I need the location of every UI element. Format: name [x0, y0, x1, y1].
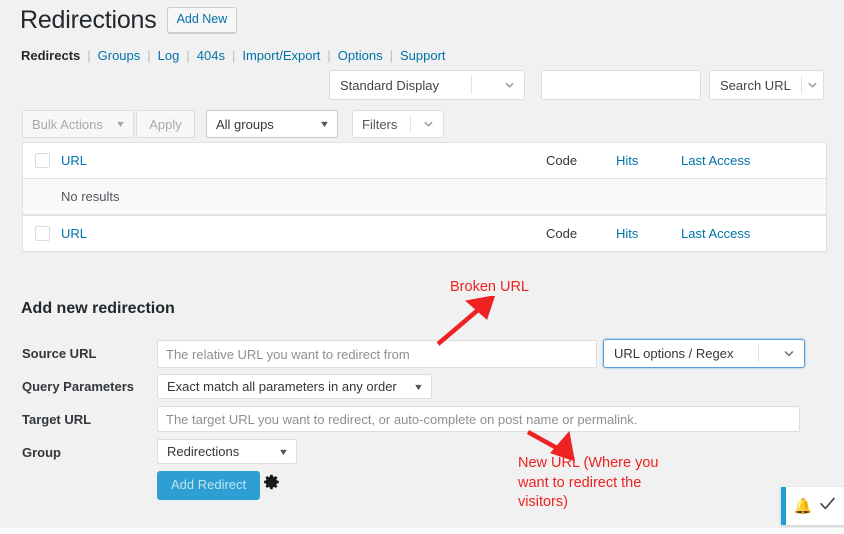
apply-button[interactable]: Apply [136, 110, 195, 138]
page-title: Redirections [20, 6, 157, 34]
chevron-down-icon [494, 79, 524, 92]
no-results-message: No results [61, 189, 120, 204]
chevron-down-icon [802, 79, 823, 92]
column-footer-last-access[interactable]: Last Access [681, 226, 826, 241]
add-redirect-button[interactable]: Add Redirect [157, 471, 261, 500]
notice-widget[interactable]: 🔔 [781, 487, 844, 525]
filters-button[interactable]: Filters [352, 110, 444, 138]
target-url-input[interactable] [157, 406, 800, 432]
source-url-input[interactable] [157, 340, 597, 368]
column-header-code: Code [546, 153, 578, 168]
table-footer-row: URL Code Hits Last Access [23, 215, 826, 251]
caret-down-icon: ▼ [412, 381, 425, 392]
add-new-button[interactable]: Add New [166, 7, 238, 34]
caret-down-icon: ▼ [318, 119, 331, 129]
subnav-separator: | [231, 48, 236, 63]
caret-down-icon: ▼ [114, 119, 127, 129]
search-input[interactable] [541, 70, 701, 100]
subnav-item-options[interactable]: Options [338, 48, 383, 63]
caret-down-icon: ▼ [277, 446, 290, 457]
subnav-separator: | [389, 48, 393, 63]
table-header-row: URL Code Hits Last Access [23, 143, 826, 179]
subnav-item-redirects[interactable]: Redirects [21, 48, 80, 63]
select-divider [758, 345, 760, 362]
chevron-down-icon [415, 118, 443, 131]
display-mode-select[interactable]: Standard Display [329, 70, 525, 100]
label-target-url: Target URL [22, 412, 92, 427]
subnav-separator: | [186, 48, 190, 63]
subnav-item-support[interactable]: Support [400, 48, 446, 63]
bulk-actions-select[interactable]: Bulk Actions ▼ [22, 110, 134, 138]
search-scope-select[interactable]: Search URL [709, 70, 824, 100]
url-options-value: URL options / Regex [614, 346, 734, 361]
query-parameters-value: Exact match all parameters in any order [167, 379, 397, 394]
subnav-item-404s[interactable]: 404s [197, 48, 225, 63]
table-empty-row: No results [23, 179, 826, 215]
select-all-checkbox-cell [23, 153, 61, 168]
annotation-broken-url: Broken URL [450, 279, 529, 295]
bulk-actions-bar: Bulk Actions ▼ Apply All groups ▼ Filter… [0, 110, 844, 140]
filters-label: Filters [362, 116, 398, 132]
topbar: Standard Display Search URL [0, 70, 844, 102]
redirects-table: URL Code Hits Last Access No results URL… [22, 142, 827, 252]
bell-icon[interactable]: 🔔 [794, 499, 813, 514]
gear-icon[interactable] [263, 473, 281, 491]
column-header-url[interactable]: URL [61, 153, 546, 168]
subnav-separator: | [327, 48, 331, 63]
url-options-select[interactable]: URL options / Regex [603, 339, 805, 368]
group-value: Redirections [167, 444, 240, 459]
select-divider [471, 76, 472, 94]
search-scope-value: Search URL [720, 77, 791, 93]
group-select[interactable]: Redirections ▼ [157, 439, 297, 464]
subnav-item-import-export[interactable]: Import/Export [242, 48, 320, 63]
apply-label: Apply [149, 116, 182, 132]
bulk-actions-value: Bulk Actions [32, 116, 103, 132]
groups-filter-select[interactable]: All groups ▼ [206, 110, 338, 138]
select-all-checkbox-footer[interactable] [34, 226, 50, 241]
column-footer-code: Code [546, 226, 578, 241]
groups-filter-value: All groups [216, 116, 274, 132]
subnav-item-log[interactable]: Log [158, 48, 180, 63]
subnav-separator: | [147, 48, 151, 63]
select-divider [410, 116, 412, 132]
display-mode-value: Standard Display [340, 77, 439, 93]
annotation-new-url: New URL (Where you want to redirect the … [518, 455, 659, 511]
subnav-item-groups[interactable]: Groups [98, 48, 141, 63]
label-group: Group [22, 445, 61, 460]
bottom-strip [0, 528, 844, 534]
select-all-checkbox[interactable] [34, 153, 50, 168]
column-header-hits[interactable]: Hits [616, 153, 681, 168]
select-all-checkbox-cell-footer [23, 226, 61, 241]
column-header-last-access[interactable]: Last Access [681, 153, 826, 168]
chevron-down-icon [774, 347, 804, 361]
page-root: Redirections Add New Redirects | Groups … [0, 0, 844, 534]
query-parameters-select[interactable]: Exact match all parameters in any order … [157, 374, 432, 399]
column-footer-hits[interactable]: Hits [616, 226, 681, 241]
subnav-separator: | [87, 48, 91, 63]
form-title: Add new redirection [21, 300, 175, 317]
page-header: Redirections Add New [20, 4, 238, 37]
check-icon[interactable] [819, 495, 836, 517]
label-query-parameters: Query Parameters [22, 379, 135, 394]
column-footer-url[interactable]: URL [61, 226, 546, 241]
subnav: Redirects | Groups | Log | 404s | Import… [21, 48, 446, 63]
label-source-url: Source URL [22, 346, 97, 361]
